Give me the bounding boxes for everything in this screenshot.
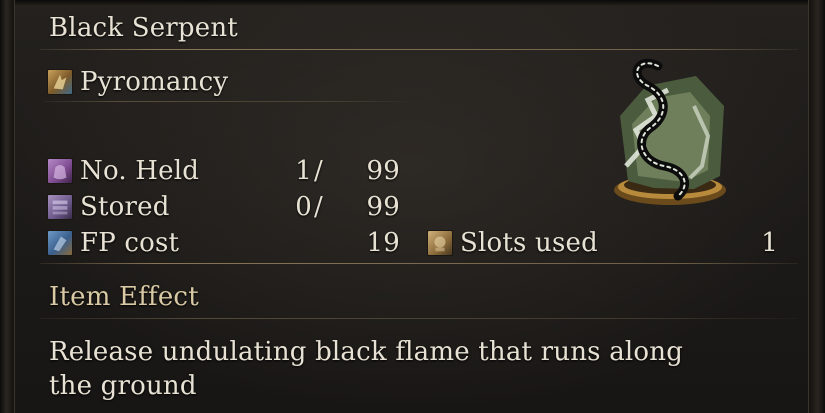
held-pouch-icon <box>47 158 73 184</box>
effect-divider <box>40 318 798 319</box>
held-value: 1 <box>295 156 312 186</box>
slots-used-label: Slots used <box>460 228 598 258</box>
pyromancy-icon <box>47 69 73 95</box>
fp-cost-icon <box>47 230 73 256</box>
item-category: Pyromancy <box>80 67 229 97</box>
category-divider <box>44 101 408 102</box>
stored-label: Stored <box>80 192 170 222</box>
attunement-slot-icon <box>427 230 453 256</box>
stats-divider <box>40 263 798 264</box>
item-detail-panel: Black Serpent Pyromancy No. Held 1 / 99 … <box>0 0 825 413</box>
held-label: No. Held <box>80 156 200 186</box>
effect-heading: Item Effect <box>49 282 199 312</box>
slots-used-value: 1 <box>761 228 778 258</box>
fp-cost-value: 19 <box>366 228 400 258</box>
effect-description-line-2: the ground <box>49 371 197 401</box>
held-max: 99 <box>366 156 400 186</box>
panel-frame-top <box>0 0 825 6</box>
effect-description-line-1: Release undulating black flame that runs… <box>49 337 684 367</box>
storage-box-icon <box>47 194 73 220</box>
panel-frame-left <box>0 0 15 413</box>
panel-frame-right <box>808 0 825 413</box>
stored-separator: / <box>314 192 323 222</box>
stored-value: 0 <box>295 192 312 222</box>
fp-cost-label: FP cost <box>80 228 180 258</box>
stored-max: 99 <box>366 192 400 222</box>
item-name: Black Serpent <box>49 13 238 43</box>
held-separator: / <box>314 156 323 186</box>
black-serpent-artwork-icon <box>614 58 726 205</box>
